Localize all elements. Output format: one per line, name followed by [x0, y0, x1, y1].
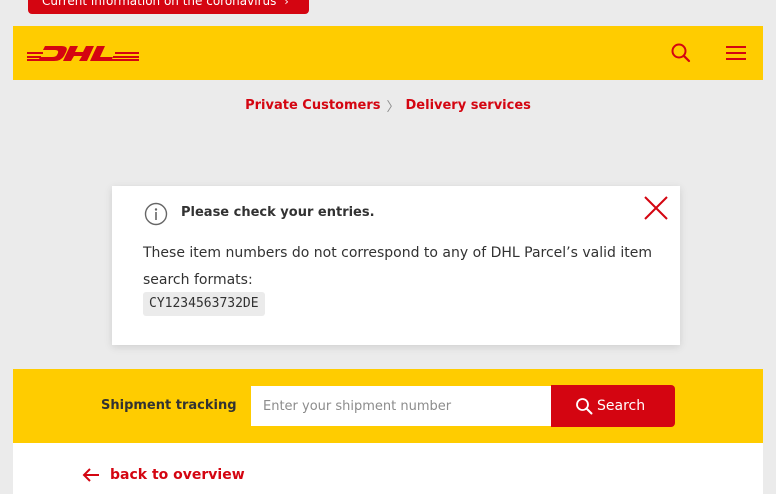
chevron-right-icon: › — [284, 0, 289, 8]
site-header — [13, 26, 763, 80]
back-link-label: back to overview — [110, 467, 245, 483]
dialog-close-button[interactable] — [642, 194, 670, 222]
breadcrumb: Private Customers 〉 Delivery services — [0, 96, 776, 116]
dialog-title: Please check your entries. — [181, 205, 375, 220]
tracking-label: Shipment tracking — [101, 398, 237, 413]
search-button-label: Search — [597, 398, 646, 414]
close-icon — [644, 196, 668, 220]
tracking-search-button[interactable]: Search — [551, 385, 675, 427]
shipment-tracking-bar: Shipment tracking Search — [13, 369, 763, 443]
invalid-code-chip: CY1234563732DE — [143, 292, 265, 316]
header-menu-button[interactable] — [724, 41, 748, 65]
coronavirus-notice-button[interactable]: Current information on the coronavirus › — [28, 0, 309, 14]
search-icon — [671, 43, 691, 63]
header-search-button[interactable] — [669, 41, 693, 65]
shipment-number-input[interactable] — [251, 386, 551, 426]
info-icon — [144, 202, 168, 226]
page: Current information on the coronavirus › — [0, 0, 776, 494]
notice-label: Current information on the coronavirus — [42, 0, 277, 8]
search-icon — [576, 398, 593, 415]
breadcrumb-item-private-customers[interactable]: Private Customers — [245, 98, 380, 113]
breadcrumb-separator-icon: 〉 — [386, 100, 400, 115]
breadcrumb-item-delivery-services[interactable]: Delivery services — [406, 98, 531, 113]
error-dialog: Please check your entries. These item nu… — [112, 186, 680, 345]
dialog-message: These item numbers do not correspond to … — [143, 245, 652, 288]
dhl-logo[interactable] — [27, 44, 139, 62]
hamburger-menu-icon — [726, 46, 746, 60]
arrow-left-icon — [82, 468, 99, 482]
